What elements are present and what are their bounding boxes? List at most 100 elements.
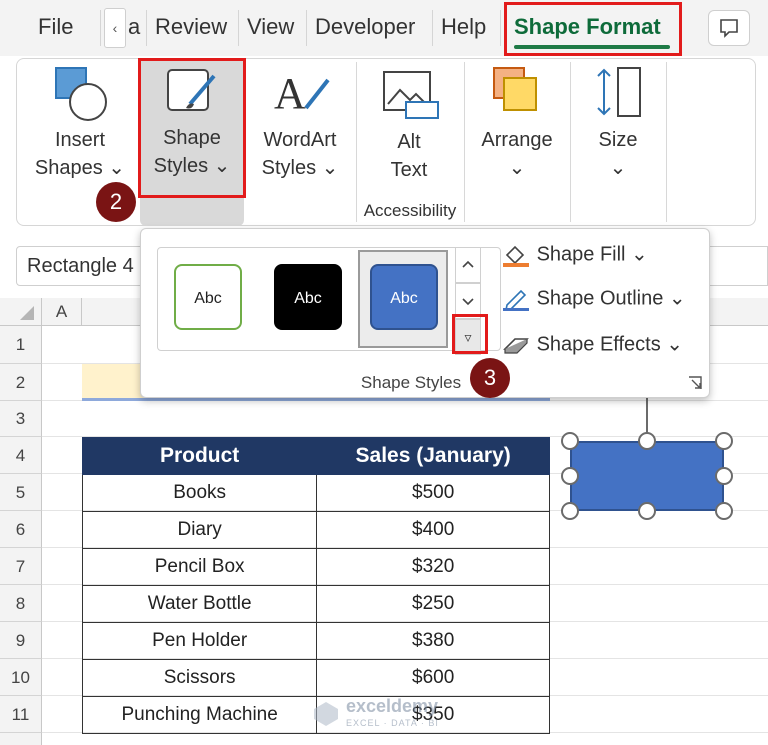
menu-help[interactable]: Help bbox=[441, 14, 486, 40]
column-header-a[interactable]: A bbox=[42, 298, 82, 326]
insert-shapes-label-1: Insert bbox=[54, 129, 106, 151]
menu-view[interactable]: View bbox=[247, 14, 294, 40]
select-all-corner[interactable] bbox=[0, 298, 42, 326]
chevron-up-icon bbox=[462, 260, 474, 268]
arrange-label-2: ⌄ bbox=[508, 157, 526, 179]
row-header[interactable]: 3 bbox=[0, 401, 42, 437]
table-row: Pencil Box $320 bbox=[81, 548, 550, 586]
product-cell[interactable]: Pen Holder bbox=[81, 622, 318, 660]
comments-button[interactable] bbox=[708, 10, 750, 46]
insert-shapes-button[interactable]: Insert Shapes ⌄ bbox=[28, 64, 132, 194]
table-header-product[interactable]: Product bbox=[81, 437, 318, 475]
watermark-icon bbox=[314, 702, 338, 726]
row-header[interactable]: 2 bbox=[0, 364, 42, 401]
alt-text-label-2: Text bbox=[390, 159, 428, 181]
table-row: Diary $400 bbox=[81, 511, 550, 549]
row-header[interactable]: 7 bbox=[0, 548, 42, 585]
sales-cell[interactable]: $320 bbox=[316, 548, 550, 586]
style-swatch-black[interactable]: Abc bbox=[274, 264, 342, 330]
alt-text-button[interactable]: Alt Text bbox=[364, 64, 454, 194]
row-header[interactable]: 4 bbox=[0, 437, 42, 474]
selected-rectangle-shape[interactable] bbox=[570, 441, 724, 511]
row-header[interactable]: 8 bbox=[0, 585, 42, 622]
ribbon-separator bbox=[570, 62, 571, 222]
wordart-icon: A bbox=[274, 69, 330, 118]
resize-handle-bottom[interactable] bbox=[638, 502, 656, 520]
style-swatch-blue[interactable]: Abc bbox=[370, 264, 438, 330]
wordart-styles-button[interactable]: A WordArt Styles ⌄ bbox=[252, 64, 348, 194]
sales-cell[interactable]: $400 bbox=[316, 511, 550, 549]
gallery-scroll-up-button[interactable] bbox=[455, 247, 481, 283]
wordart-label-2: Styles ⌄ bbox=[261, 157, 339, 179]
step-badge-2: 2 bbox=[96, 182, 136, 222]
title-underline bbox=[82, 398, 550, 401]
row-header[interactable]: 11 bbox=[0, 696, 42, 733]
size-label-2: ⌄ bbox=[609, 157, 627, 179]
resize-handle-right[interactable] bbox=[715, 467, 733, 485]
row-header[interactable]: 9 bbox=[0, 622, 42, 659]
menu-separator bbox=[238, 10, 239, 46]
ribbon-separator bbox=[464, 62, 465, 222]
wordart-label-1: WordArt bbox=[263, 129, 337, 151]
resize-handle-bottom-right[interactable] bbox=[715, 502, 733, 520]
style-swatch-outline-green[interactable]: Abc bbox=[174, 264, 242, 330]
watermark-logo: exceldemy EXCEL · DATA · BI bbox=[312, 696, 462, 736]
sales-cell[interactable]: $250 bbox=[316, 585, 550, 623]
menu-review[interactable]: Review bbox=[155, 14, 227, 40]
menu-separator bbox=[306, 10, 307, 46]
table-row: Scissors $600 bbox=[81, 659, 550, 697]
product-cell[interactable]: Punching Machine bbox=[81, 696, 318, 734]
dialog-launcher-button[interactable] bbox=[687, 375, 703, 391]
sales-cell[interactable]: $600 bbox=[316, 659, 550, 697]
menu-separator bbox=[432, 10, 433, 46]
arrange-button[interactable]: Arrange ⌄ bbox=[472, 64, 562, 194]
size-button[interactable]: Size ⌄ bbox=[578, 64, 658, 194]
menu-file[interactable]: File bbox=[38, 14, 73, 40]
comment-icon bbox=[720, 19, 738, 38]
product-cell[interactable]: Books bbox=[81, 474, 318, 512]
step-badge-3: 3 bbox=[470, 358, 510, 398]
accessibility-group-label: Accessibility bbox=[363, 201, 457, 220]
table-row: Pen Holder $380 bbox=[81, 622, 550, 660]
table-row: Water Bottle $250 bbox=[81, 585, 550, 623]
product-cell[interactable]: Pencil Box bbox=[81, 548, 318, 586]
menu-developer[interactable]: Developer bbox=[315, 14, 415, 40]
product-cell[interactable]: Scissors bbox=[81, 659, 318, 697]
sales-cell[interactable]: $380 bbox=[316, 622, 550, 660]
shape-effects-button[interactable]: Shape Effects ⌄ bbox=[501, 331, 683, 359]
highlight-shape-styles bbox=[138, 58, 246, 198]
resize-handle-bottom-left[interactable] bbox=[561, 502, 579, 520]
shape-fill-button[interactable]: Shape Fill ⌄ bbox=[501, 241, 648, 269]
paint-bucket-icon bbox=[503, 245, 529, 267]
resize-handle-top-left[interactable] bbox=[561, 432, 579, 450]
ribbon-separator bbox=[666, 62, 667, 222]
menu-separator bbox=[500, 10, 501, 46]
row-header[interactable]: 5 bbox=[0, 474, 42, 511]
size-label-1: Size bbox=[598, 129, 638, 151]
product-cell[interactable]: Diary bbox=[81, 511, 318, 549]
pen-outline-icon bbox=[503, 289, 529, 312]
formula-bar[interactable] bbox=[700, 246, 768, 286]
name-box[interactable]: Rectangle 4 bbox=[16, 246, 144, 286]
table-header-sales[interactable]: Sales (January) bbox=[316, 437, 550, 475]
shape-style-gallery: Abc Abc Abc bbox=[157, 247, 501, 351]
insert-shapes-label-2: Shapes ⌄ bbox=[34, 157, 126, 179]
alt-text-label-1: Alt bbox=[397, 131, 421, 153]
row-header[interactable]: 6 bbox=[0, 511, 42, 548]
shape-styles-dropdown: Abc Abc Abc ▿ Shape Fill ⌄ Shape Outline… bbox=[140, 228, 710, 398]
resize-handle-top[interactable] bbox=[638, 432, 656, 450]
watermark-brand: exceldemy bbox=[346, 696, 439, 716]
scroll-left-button[interactable]: ‹ bbox=[104, 8, 126, 48]
shape-styles-group-label: Shape Styles bbox=[360, 373, 462, 392]
resize-handle-top-right[interactable] bbox=[715, 432, 733, 450]
chevron-down-icon bbox=[462, 298, 474, 306]
size-icon bbox=[597, 67, 641, 117]
row-header[interactable]: 1 bbox=[0, 326, 42, 364]
arrange-icon bbox=[493, 67, 537, 111]
row-header[interactable]: 10 bbox=[0, 659, 42, 696]
menu-data-partial[interactable]: a bbox=[128, 14, 140, 40]
resize-handle-left[interactable] bbox=[561, 467, 579, 485]
product-cell[interactable]: Water Bottle bbox=[81, 585, 318, 623]
sales-cell[interactable]: $500 bbox=[316, 474, 550, 512]
shape-outline-button[interactable]: Shape Outline ⌄ bbox=[501, 285, 686, 313]
